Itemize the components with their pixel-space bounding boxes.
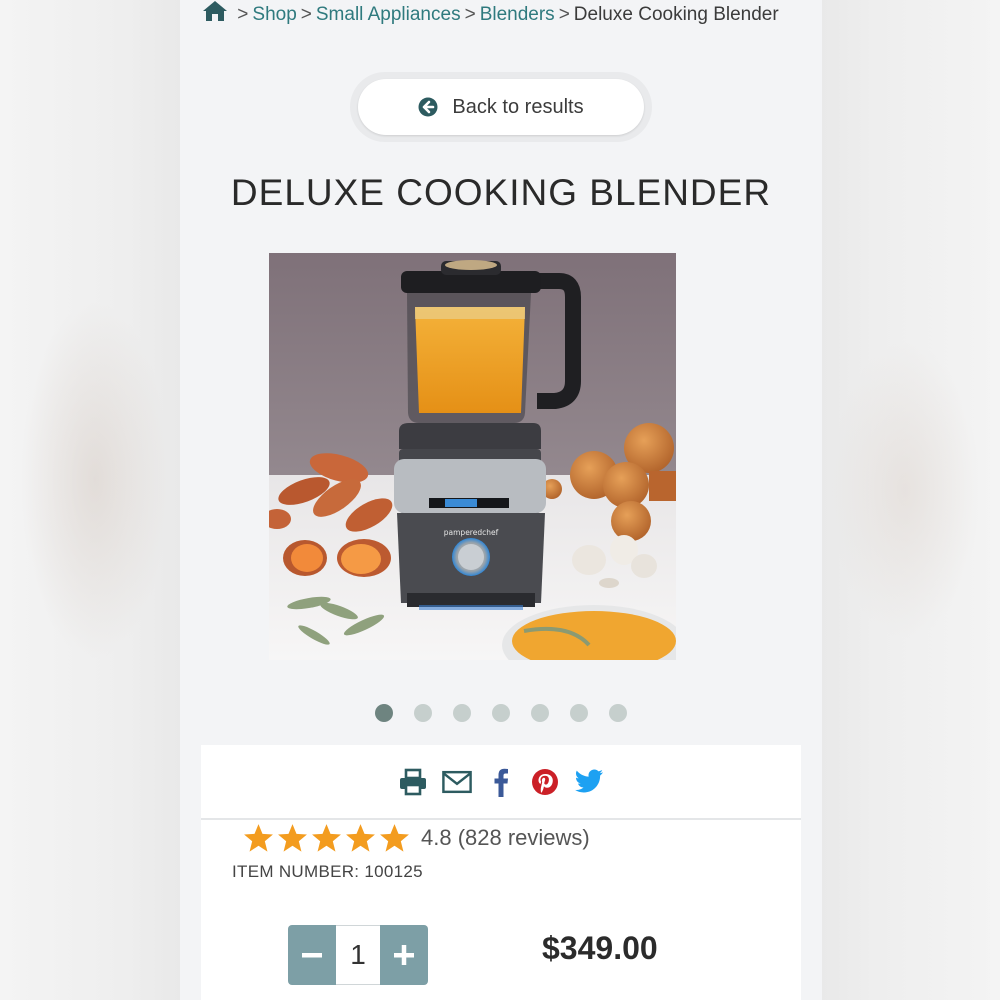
- home-icon[interactable]: [202, 0, 228, 22]
- facebook-icon[interactable]: [486, 767, 516, 797]
- carousel-dot[interactable]: [492, 704, 510, 722]
- quantity-increase-button[interactable]: [380, 925, 428, 985]
- plus-icon: [394, 945, 414, 965]
- star-icon: [312, 823, 341, 852]
- carousel-dot[interactable]: [609, 704, 627, 722]
- item-number: ITEM NUMBER: 100125: [232, 862, 423, 881]
- breadcrumb-separator: >: [464, 4, 476, 25]
- background-left: [0, 0, 180, 1000]
- share-toolbar: [201, 745, 801, 820]
- star-icon: [346, 823, 375, 852]
- product-title: DELUXE COOKING BLENDER: [230, 172, 772, 213]
- arrow-circle-left-icon: [418, 97, 438, 117]
- carousel-dot[interactable]: [570, 704, 588, 722]
- quantity-decrease-button[interactable]: [288, 925, 336, 985]
- product-rating[interactable]: 4.8 (828 reviews): [242, 821, 590, 855]
- breadcrumb-separator: >: [300, 4, 312, 25]
- star-icon: [380, 823, 409, 852]
- product-info-card: 4.8 (828 reviews) ITEM NUMBER: 100125 1 …: [201, 745, 801, 1000]
- carousel-dot[interactable]: [414, 704, 432, 722]
- twitter-icon[interactable]: [574, 767, 604, 797]
- back-button-label: Back to results: [452, 95, 584, 118]
- quantity-stepper: 1: [288, 925, 428, 985]
- star-icon: [244, 823, 273, 852]
- carousel-dot[interactable]: [453, 704, 471, 722]
- breadcrumb-current: Deluxe Cooking Blender: [573, 4, 779, 25]
- back-to-results-button[interactable]: Back to results: [358, 79, 644, 135]
- minus-icon: [302, 953, 322, 958]
- back-button-container: Back to results: [350, 72, 652, 142]
- breadcrumb-separator: >: [237, 4, 249, 25]
- breadcrumb-separator: >: [558, 4, 570, 25]
- image-brand-text: pamperedchef: [444, 528, 499, 537]
- star-icon: [278, 823, 307, 852]
- rating-stars: [242, 822, 411, 855]
- background-right: [822, 0, 1000, 1000]
- carousel-dot[interactable]: [531, 704, 549, 722]
- product-image[interactable]: pamperedchef: [269, 253, 676, 660]
- print-icon[interactable]: [398, 767, 428, 797]
- email-icon[interactable]: [442, 767, 472, 797]
- product-price: $349.00: [542, 930, 658, 966]
- mobile-page: > Shop > Small Appliances > Blenders > Deluxe C…: [180, 0, 822, 1000]
- image-carousel-indicators: [180, 704, 822, 724]
- breadcrumb: > Shop > Small Appliances > Blenders > Deluxe C…: [202, 0, 802, 29]
- breadcrumb-small-appliances[interactable]: Small Appliances: [316, 4, 461, 25]
- pinterest-icon[interactable]: [530, 767, 560, 797]
- breadcrumb-blenders[interactable]: Blenders: [480, 4, 555, 25]
- breadcrumb-shop[interactable]: Shop: [252, 4, 296, 25]
- quantity-input[interactable]: 1: [336, 925, 380, 985]
- carousel-dot[interactable]: [375, 704, 393, 722]
- rating-summary: 4.8 (828 reviews): [421, 825, 590, 850]
